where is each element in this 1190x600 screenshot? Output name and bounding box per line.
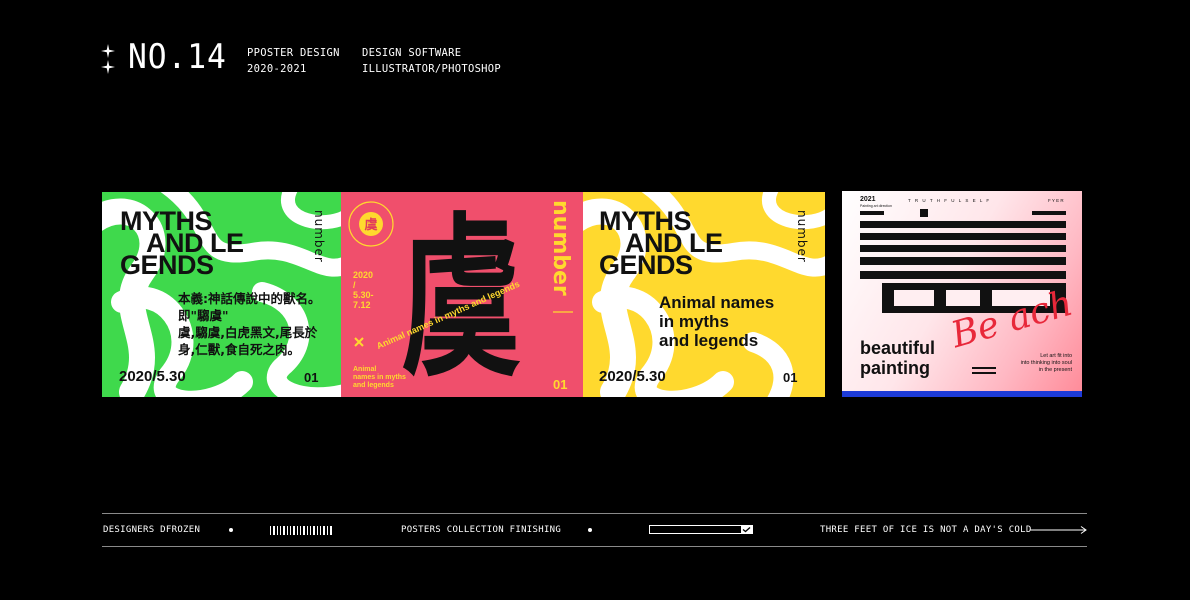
caption-line: and legends <box>353 382 394 389</box>
vertical-label: number <box>795 210 809 263</box>
project-number: NO.14 <box>128 37 227 77</box>
software-value: ILLUSTRATOR/PHOTOSHOP <box>362 63 502 75</box>
poster-number: 01 <box>783 370 798 385</box>
check-icon <box>741 526 752 533</box>
text-line: 虞,騶虞,白虎黑文,尾長於 <box>178 325 318 340</box>
footer-top-rule <box>102 513 1087 514</box>
caption-line: Animal <box>353 366 377 373</box>
text-line: 身,仁獸,食自死之肉。 <box>178 342 300 357</box>
poster-subtitle: Animal names in myths and legends <box>659 293 774 350</box>
poster-number: 01 <box>304 370 319 385</box>
dropdown-box[interactable] <box>649 525 753 534</box>
poster-date: 2020/5.30 <box>599 368 666 385</box>
poster-title: MYTHS AND LE GENDS <box>599 207 723 278</box>
barcode-icon <box>270 526 332 535</box>
text-line: 本義:神話傳說中的獸名。 <box>178 291 321 306</box>
caption-line: Let art fit into <box>1040 353 1072 359</box>
caption-line: into thinking into soul <box>1020 360 1072 366</box>
poster-painting[interactable]: 2021 Painting art direction T R U T H F … <box>842 191 1082 397</box>
subtitle-line: Animal names <box>659 293 775 312</box>
title-line: beautiful <box>860 338 935 358</box>
chinese-description: 本義:神話傳說中的獸名。 即"騶虞" 虞,騶虞,白虎黑文,尾長於 身,仁獸,食自… <box>178 290 321 358</box>
small-caption: Animal names in myths and legends <box>353 366 406 390</box>
poster-title: beautiful painting <box>860 338 935 378</box>
separator-dot <box>588 528 592 532</box>
software-label: DESIGN SOFTWARE <box>362 47 462 59</box>
caption-block: Let art fit into into thinking into soul… <box>1021 353 1072 374</box>
poster-green[interactable]: MYTHS AND LE GENDS number 本義:神話傳說中的獸名。 即… <box>102 192 341 397</box>
seal-char: 虞 <box>364 218 378 233</box>
subtitle-line: in myths <box>659 312 729 331</box>
date-line: 5.30- <box>353 290 374 300</box>
poster-date: 2020/5.30 <box>119 368 186 385</box>
arrow-right-icon[interactable] <box>1030 525 1088 535</box>
vertical-label: number <box>312 210 326 263</box>
software-meta: DESIGN SOFTWARE ILLUSTRATOR/PHOTOSHOP <box>362 45 501 77</box>
separator-dot <box>229 528 233 532</box>
footer-bottom-rule <box>102 546 1087 547</box>
text-line: 即"騶虞" <box>178 308 229 323</box>
poster-title: MYTHS AND LE GENDS <box>120 207 244 278</box>
poster-pink[interactable]: 虞 虞 2020 / 5.30- 7.12 Animal names in my… <box>341 192 583 397</box>
poster-yellow[interactable]: MYTHS AND LE GENDS number Animal names i… <box>583 192 825 397</box>
caption-line: in the present <box>1038 367 1072 373</box>
date-line: / <box>353 280 356 290</box>
project-years: 2020-2021 <box>247 63 307 75</box>
project-meta: PPOSTER DESIGN 2020-2021 <box>247 45 340 77</box>
project-type: PPOSTER DESIGN <box>247 47 340 59</box>
slogan: THREE FEET OF ICE IS NOT A DAY'S COLD <box>820 525 1032 535</box>
large-character: 虞 <box>401 199 521 397</box>
date-line: 2020 <box>353 270 374 280</box>
designers-credit: DESIGNERS DFROZEN <box>103 525 201 535</box>
poster-number: 01 <box>553 377 568 392</box>
collection-label: POSTERS COLLECTION FINISHING <box>401 525 562 535</box>
title-line: painting <box>860 358 930 378</box>
subtitle-line: and legends <box>659 331 759 350</box>
vertical-label: number <box>548 200 573 296</box>
sparkle-icon <box>101 44 115 74</box>
date-block: 2020 / 5.30- 7.12 <box>353 270 374 310</box>
date-line: 7.12 <box>353 300 371 310</box>
caption-line: names in myths <box>353 374 406 381</box>
